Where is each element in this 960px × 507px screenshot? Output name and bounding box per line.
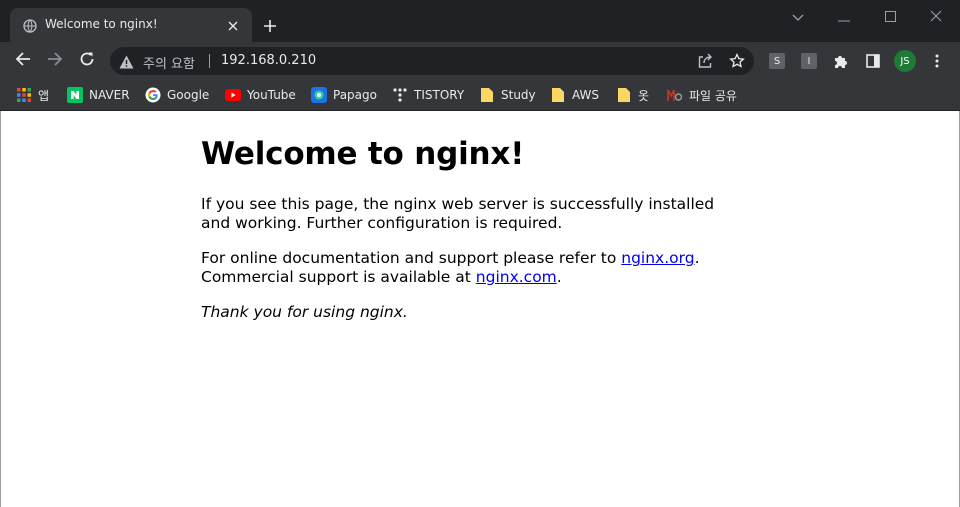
arrow-left-icon [15, 51, 31, 71]
minimize-button[interactable] [834, 6, 854, 26]
bookmark-folder-clothes[interactable]: 옷 [616, 85, 649, 105]
new-tab-button[interactable] [258, 14, 282, 38]
tab-welcome-nginx[interactable]: Welcome to nginx! [10, 8, 252, 42]
window-close-button[interactable] [926, 6, 946, 26]
star-icon[interactable] [728, 52, 746, 70]
forward-button[interactable] [43, 49, 67, 73]
bookmark-label: 파일 공유 [689, 88, 737, 103]
security-status[interactable]: 주의 요함 [143, 53, 195, 72]
share-icon[interactable] [696, 52, 714, 70]
maximize-button[interactable] [880, 6, 900, 26]
extension-i-button[interactable]: I [801, 53, 817, 69]
warning-icon[interactable] [119, 54, 134, 69]
back-button[interactable] [11, 49, 35, 73]
more-menu-icon[interactable] [927, 51, 947, 71]
bookmark-label: Papago [333, 88, 377, 102]
folder-icon [616, 87, 632, 103]
address-bar[interactable]: 주의 요함 192.168.0.210 [110, 47, 754, 75]
intro-paragraph: If you see this page, the nginx web serv… [201, 195, 715, 232]
commercial-period: . [556, 268, 562, 286]
commercial-text: Commercial support is available at [201, 268, 476, 286]
title-bar: Welcome to nginx! [0, 0, 960, 42]
bookmark-papago[interactable]: Papago [311, 85, 377, 105]
docs-period: . [694, 249, 700, 267]
close-icon [930, 7, 942, 26]
toolbar: 주의 요함 192.168.0.210 S I JS [0, 42, 960, 80]
globe-icon [23, 18, 37, 33]
reload-button[interactable] [75, 49, 99, 73]
bookmark-label: NAVER [89, 88, 130, 102]
youtube-icon [225, 87, 241, 103]
docs-text: For online documentation and support ple… [201, 249, 622, 267]
bookmark-label: 앱 [38, 88, 50, 103]
bookmark-label: Google [167, 88, 210, 102]
thanks-text: Thank you for using nginx. [201, 303, 408, 321]
tab-search-button[interactable] [788, 6, 808, 26]
bookmark-label: AWS [572, 88, 600, 102]
tistory-icon [392, 87, 408, 103]
bookmark-naver[interactable]: NAVER [67, 85, 130, 105]
bookmark-label: TISTORY [414, 88, 465, 102]
url-text[interactable]: 192.168.0.210 [221, 53, 316, 68]
bookmark-google[interactable]: Google [145, 85, 209, 105]
papago-icon [311, 87, 327, 103]
nginx-welcome-content: Welcome to nginx! If you see this page, … [201, 134, 721, 338]
thanks-paragraph: Thank you for using nginx. [201, 303, 721, 322]
folder-icon [550, 87, 566, 103]
tab-title: Welcome to nginx! [45, 17, 158, 31]
page-heading: Welcome to nginx! [201, 136, 525, 172]
bookmark-label: 옷 [638, 88, 650, 103]
bookmark-file-share[interactable]: 파일 공유 [667, 85, 737, 105]
naver-icon [67, 87, 83, 103]
apps-grid-icon [16, 87, 32, 103]
bookmark-youtube[interactable]: YouTube [225, 85, 296, 105]
side-panel-icon[interactable] [863, 51, 883, 71]
maximize-icon [884, 7, 896, 26]
extension-s-button[interactable]: S [769, 53, 785, 69]
bookmark-apps[interactable]: 앱 [16, 85, 49, 105]
reload-icon [79, 51, 95, 71]
nginx-org-link[interactable]: nginx.org [621, 249, 694, 267]
file-share-icon [667, 87, 683, 103]
arrow-right-icon [47, 51, 63, 71]
chevron-down-icon [792, 7, 804, 26]
puzzle-icon[interactable] [831, 51, 851, 71]
profile-avatar[interactable]: JS [894, 50, 916, 72]
folder-icon [479, 87, 495, 103]
separator [209, 54, 210, 68]
bookmark-label: Study [501, 88, 536, 102]
bookmark-label: YouTube [247, 88, 296, 102]
close-icon[interactable] [226, 18, 240, 32]
docs-paragraph: For online documentation and support ple… [201, 249, 721, 287]
bookmark-folder-study[interactable]: Study [479, 85, 536, 105]
bookmarks-bar: 앱 NAVER Google YouTube Papago TISTORY St… [0, 80, 960, 111]
bookmark-tistory[interactable]: TISTORY [392, 85, 464, 105]
google-icon [145, 87, 161, 103]
nginx-com-link[interactable]: nginx.com [476, 268, 557, 286]
bookmark-folder-aws[interactable]: AWS [550, 85, 599, 105]
minimize-icon [838, 7, 850, 26]
page-viewport: Welcome to nginx! If you see this page, … [0, 111, 960, 507]
